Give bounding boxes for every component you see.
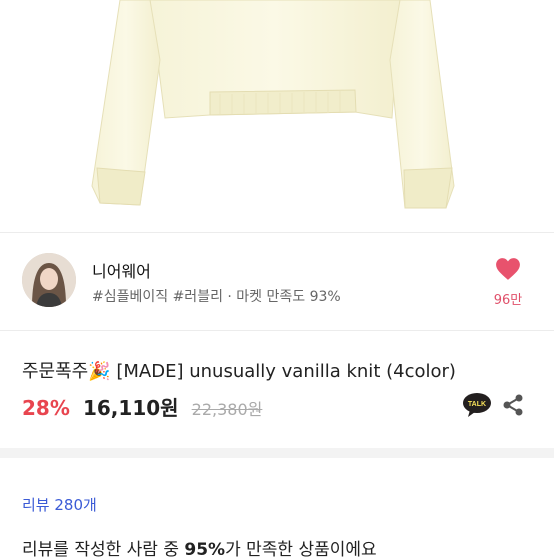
section-divider [0, 448, 554, 458]
product-title: 주문폭주🎉 [MADE] unusually vanilla knit (4co… [22, 361, 456, 382]
review-summary-suffix: 가 만족한 상품이에요 [225, 540, 377, 560]
review-summary-prefix: 리뷰를 작성한 사람 중 [22, 540, 185, 560]
divider [0, 330, 554, 331]
like-button[interactable]: 96만 [486, 257, 530, 308]
original-price: 22,380원 [191, 400, 263, 419]
price-row: 28% 16,110원 22,380원 [22, 392, 262, 420]
chat-talk-icon: TALK [463, 393, 491, 417]
knit-sweater-image [91, 0, 455, 209]
review-satisfaction-percent: 95% [184, 540, 226, 560]
like-count: 96만 [493, 293, 523, 308]
share-icon [503, 394, 523, 416]
heart-icon [496, 258, 520, 280]
share-button[interactable] [500, 392, 526, 418]
seller-info[interactable]: 니어웨어 #심플베이직 #러블리 · 마켓 만족도 93% 96만 [0, 233, 554, 329]
discount-rate: 28% [22, 396, 70, 420]
review-count-link[interactable]: 리뷰 280개 [22, 494, 97, 515]
sale-price: 16,110원 [82, 396, 179, 420]
seller-tags: #심플베이직 #러블리 · 마켓 만족도 93% [92, 289, 341, 305]
seller-name[interactable]: 니어웨어 [92, 258, 151, 282]
talk-label: TALK [468, 401, 486, 408]
product-image[interactable] [0, 0, 554, 232]
talk-button[interactable]: TALK [462, 392, 492, 417]
seller-avatar[interactable] [22, 253, 76, 307]
review-summary: 리뷰를 작성한 사람 중 95%가 만족한 상품이에요 [22, 535, 377, 560]
avatar-image [22, 253, 76, 307]
